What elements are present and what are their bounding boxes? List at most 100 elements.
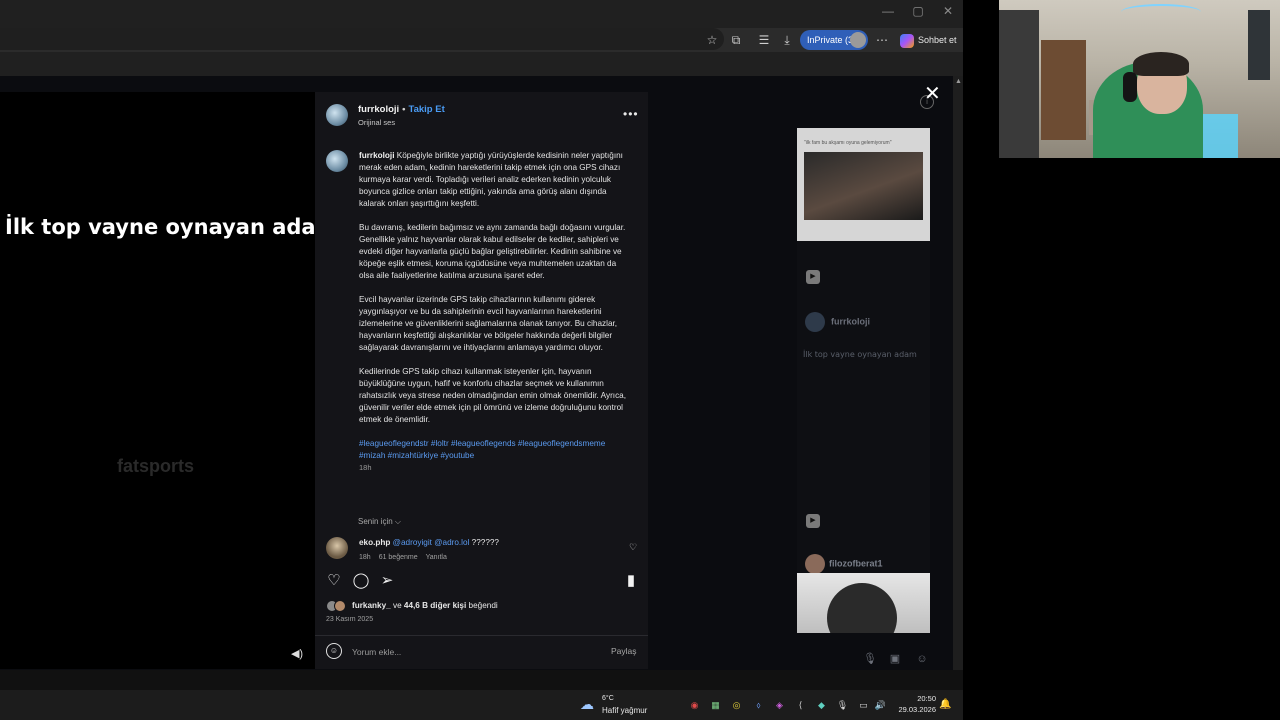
tray-app-icon[interactable]: ◆ — [815, 699, 828, 712]
comment-reply-button[interactable]: Yanıtla — [426, 554, 447, 561]
mute-icon[interactable]: ◀) — [289, 646, 305, 662]
liked-by[interactable]: furkanky_ ve 44,6 B diğer kişi beğendi — [326, 600, 498, 612]
inprivate-button[interactable]: InPrivate (3) — [800, 30, 868, 50]
comment-icon[interactable]: ◯ — [352, 572, 370, 590]
share-send-icon[interactable]: ➢ — [378, 572, 396, 590]
more-menu-icon[interactable]: ⋯ — [874, 32, 890, 48]
notification-bell-icon[interactable]: 🔔 — [939, 699, 951, 710]
image-icon[interactable]: ▣ — [888, 652, 902, 666]
caption-time: 18h — [359, 463, 372, 472]
like-heart-icon[interactable]: ♡ — [325, 572, 343, 590]
bookmark-icon[interactable]: ▮ — [622, 572, 640, 590]
webcam-headset — [1123, 72, 1137, 102]
author-username[interactable]: furrkoloji — [358, 104, 399, 115]
side-caption: İlk top vayne oynayan adam — [803, 350, 917, 359]
commenter-username[interactable]: eko.php — [359, 538, 390, 547]
tray-app-icon[interactable]: ▦ — [709, 699, 722, 712]
liked-by-others[interactable]: 44,6 B diğer kişi — [404, 601, 466, 610]
emoji-icon[interactable]: ☺ — [326, 643, 342, 659]
comment-body: ?????? — [471, 538, 499, 547]
download-icon[interactable]: ⤓ — [779, 32, 795, 48]
tray-app-icon[interactable]: ⟨ — [794, 699, 807, 712]
taskbar-clock[interactable]: 20:50 29.03.2026 — [892, 693, 936, 715]
microphone-tray-icon[interactable]: 🎙 — [836, 699, 849, 712]
author-avatar[interactable] — [326, 104, 348, 126]
copilot-icon — [900, 33, 914, 48]
side-user-avatar — [805, 312, 825, 332]
follow-button[interactable]: Takip Et — [409, 104, 445, 115]
webcam-window — [1248, 10, 1270, 80]
side-reel-card[interactable] — [797, 573, 930, 633]
comment-sort-dropdown[interactable]: Senin için ⌵ — [358, 517, 401, 527]
close-modal-icon[interactable]: ✕ — [924, 84, 941, 104]
tray-app-icon[interactable]: ◎ — [730, 699, 743, 712]
minimize-button[interactable]: — — [878, 4, 898, 18]
post-date: 23 Kasım 2025 — [326, 616, 374, 623]
side-username: furrkoloji — [831, 316, 871, 327]
favorites-icon[interactable]: ☰ — [756, 32, 772, 48]
extensions-icon[interactable]: ⧉ — [728, 32, 744, 48]
hashtags[interactable]: #leagueoflegendstr #loltr #leagueoflegen… — [359, 438, 631, 462]
side-card-thumbnail — [804, 152, 923, 220]
more-options-icon[interactable]: ••• — [623, 107, 639, 121]
side-card-thumbnail — [827, 583, 897, 633]
volume-icon[interactable]: 🔊 — [874, 699, 887, 712]
post-comment-button[interactable]: Paylaş — [611, 646, 637, 656]
bottom-strip — [0, 670, 963, 690]
caption-username[interactable]: furrkoloji — [359, 151, 394, 160]
comment-likes[interactable]: 61 beğenme — [379, 554, 418, 561]
author-line: furrkoloji • Takip Et — [358, 104, 445, 115]
network-icon[interactable]: ▭ — [857, 699, 870, 712]
maximize-button[interactable]: ▢ — [908, 4, 928, 18]
audio-label[interactable]: Orijinal ses — [358, 118, 395, 127]
title-bar: — ▢ ✕ — [0, 0, 963, 28]
comment-item: eko.php @adroyigit @adro.lol ?????? 18h 6… — [315, 536, 648, 566]
copilot-chat-button[interactable]: Sohbet et — [900, 32, 957, 48]
webcam-overlay — [999, 0, 1280, 158]
liked-by-and: ve — [392, 601, 402, 611]
address-bar[interactable] — [0, 28, 724, 50]
play-icon[interactable]: ▶ — [806, 514, 820, 528]
side-username: filozofberat1 — [829, 558, 883, 569]
caption-avatar[interactable] — [326, 150, 348, 172]
divider — [315, 635, 648, 636]
side-user-furrkoloji[interactable]: furrkoloji — [805, 312, 870, 332]
caption-paragraph: Bu davranış, kedilerin bağımsız ve aynı … — [359, 223, 626, 280]
caption-paragraph: Kedilerinde GPS takip cihazı kullanmak i… — [359, 367, 626, 424]
webcam-door — [999, 10, 1039, 158]
side-reel-card[interactable]: "ilk fam bu akşamı oyuna gelemiyorum" — [797, 128, 930, 241]
microphone-icon[interactable]: 🎙 — [863, 652, 877, 666]
liked-by-user[interactable]: furkanky_ — [352, 601, 391, 610]
sticker-icon[interactable]: ☺ — [915, 652, 929, 666]
favorite-star-icon[interactable]: ☆ — [704, 32, 720, 48]
scroll-up-icon[interactable]: ▲ — [955, 78, 962, 85]
action-bar: ♡ ◯ ➢ ▮ — [315, 572, 648, 592]
comment-input[interactable] — [352, 643, 592, 661]
comment-like-icon[interactable]: ♡ — [629, 542, 637, 553]
browser-toolbar: ☆ ⧉ ☰ ⤓ InPrivate (3) ⋯ Sohbet et — [0, 28, 963, 52]
comment-text: eko.php @adroyigit @adro.lol ?????? — [359, 538, 499, 547]
tab-strip — [0, 52, 963, 76]
black-area — [963, 158, 1280, 720]
commenter-avatar[interactable] — [326, 537, 348, 559]
clock-time: 20:50 — [917, 694, 936, 703]
taskbar: ☁ 6°C Hafif yağmur ◉ ▦ ◎ ⬨ ◈ ⟨ ◆ 🎙 ▭ 🔊 2… — [0, 690, 963, 720]
close-window-button[interactable]: ✕ — [938, 4, 958, 18]
tray-app-icon[interactable]: ⬨ — [752, 699, 765, 712]
play-icon[interactable]: ▶ — [806, 270, 820, 284]
inprivate-label: InPrivate (3) — [807, 35, 857, 45]
side-user-avatar — [805, 554, 825, 574]
clock-date: 29.03.2026 — [898, 705, 936, 714]
webcam-wardrobe — [1041, 40, 1086, 140]
tray-app-icon[interactable]: ◈ — [773, 699, 786, 712]
tray-app-icon[interactable]: ◉ — [688, 699, 701, 712]
webcam-person-hair — [1133, 52, 1189, 76]
post-caption: furrkoloji Köpeğiyle birlikte yaptığı yü… — [359, 150, 631, 474]
comment-time: 18h — [359, 554, 371, 561]
side-user-filozofberat1[interactable]: filozofberat1 — [805, 554, 883, 574]
page-scrollbar[interactable]: ▲ ▼ — [953, 76, 963, 686]
reel-video[interactable]: İlk top vayne oynayan adam fatsports ◀) — [0, 92, 337, 669]
separator-dot: • — [402, 104, 406, 115]
video-caption: İlk top vayne oynayan adam — [5, 215, 338, 239]
comment-mentions[interactable]: @adroyigit @adro.lol — [393, 538, 470, 547]
